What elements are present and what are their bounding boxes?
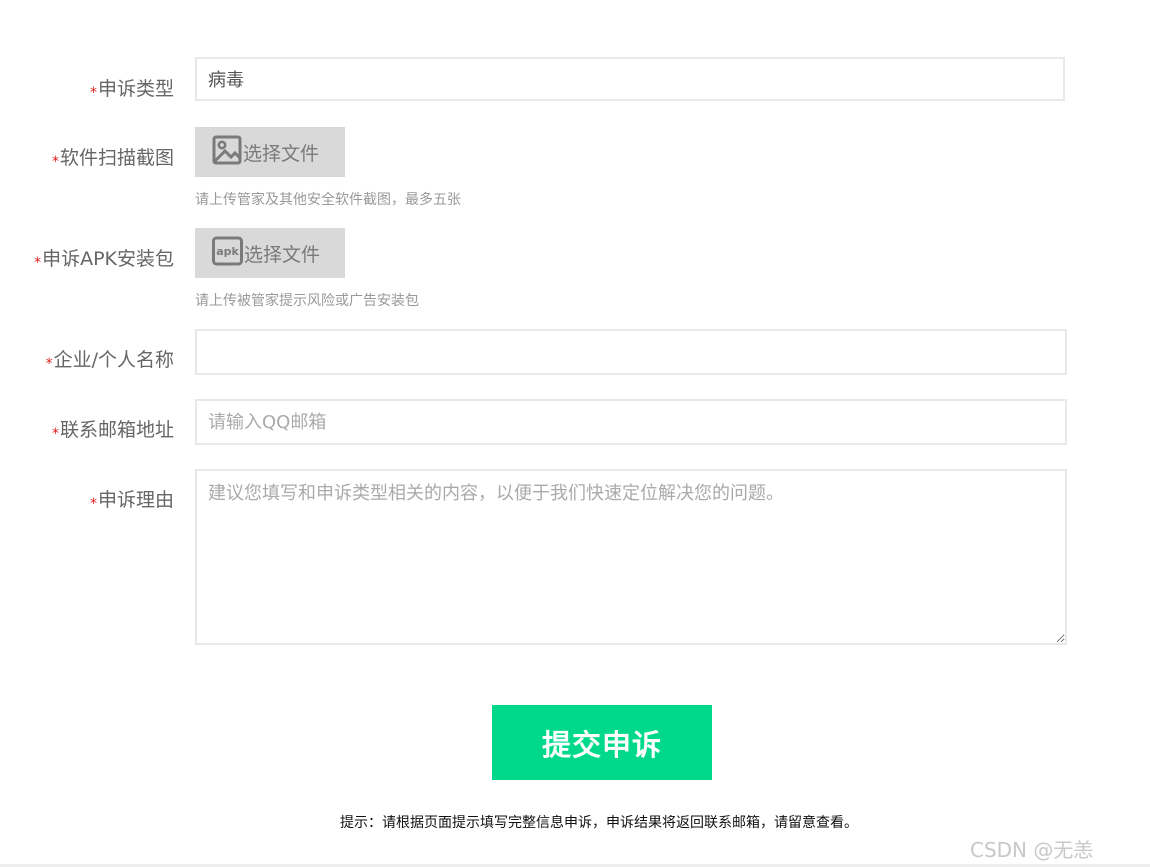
csdn-watermark: CSDN @无恙 [970,838,1094,862]
submit-appeal-button[interactable]: 提交申诉 [492,705,712,780]
svg-text:apk: apk [216,245,239,258]
screenshot-hint: 请上传管家及其他安全软件截图，最多五张 [195,192,461,208]
required-mark: * [45,356,53,372]
email-label: *联系邮箱地址 [51,419,174,442]
screenshot-label: *软件扫描截图 [51,147,174,170]
required-mark: * [89,496,97,512]
appeal-form-page: *申诉类型 *软件扫描截图 选择文件 请上传管家及其他安全软件截图，最多五张 *… [0,0,1150,867]
required-mark: * [51,154,59,170]
screenshot-file-button-label: 选择文件 [243,142,320,165]
apk-file-button[interactable]: apk 选择文件 [195,228,345,278]
required-mark: * [34,255,42,271]
name-label: *企业/个人名称 [45,349,174,372]
image-icon [212,135,242,169]
screenshot-file-button[interactable]: 选择文件 [195,127,345,177]
apk-file-button-label: 选择文件 [244,243,321,266]
reason-label: *申诉理由 [89,489,174,512]
required-mark: * [51,426,59,442]
apk-hint: 请上传被管家提示风险或广告安装包 [195,293,419,309]
appeal-type-label: *申诉类型 [89,78,174,101]
reason-textarea[interactable] [195,469,1067,645]
apk-icon: apk [212,236,243,270]
email-input[interactable] [195,399,1067,445]
name-input[interactable] [195,329,1067,375]
submit-tip: 提示：请根据页面提示填写完整信息申诉，申诉结果将返回联系邮箱，请留意查看。 [340,815,858,831]
apk-label: *申诉APK安装包 [34,248,174,271]
appeal-type-input[interactable] [195,57,1065,101]
required-mark: * [89,85,97,101]
